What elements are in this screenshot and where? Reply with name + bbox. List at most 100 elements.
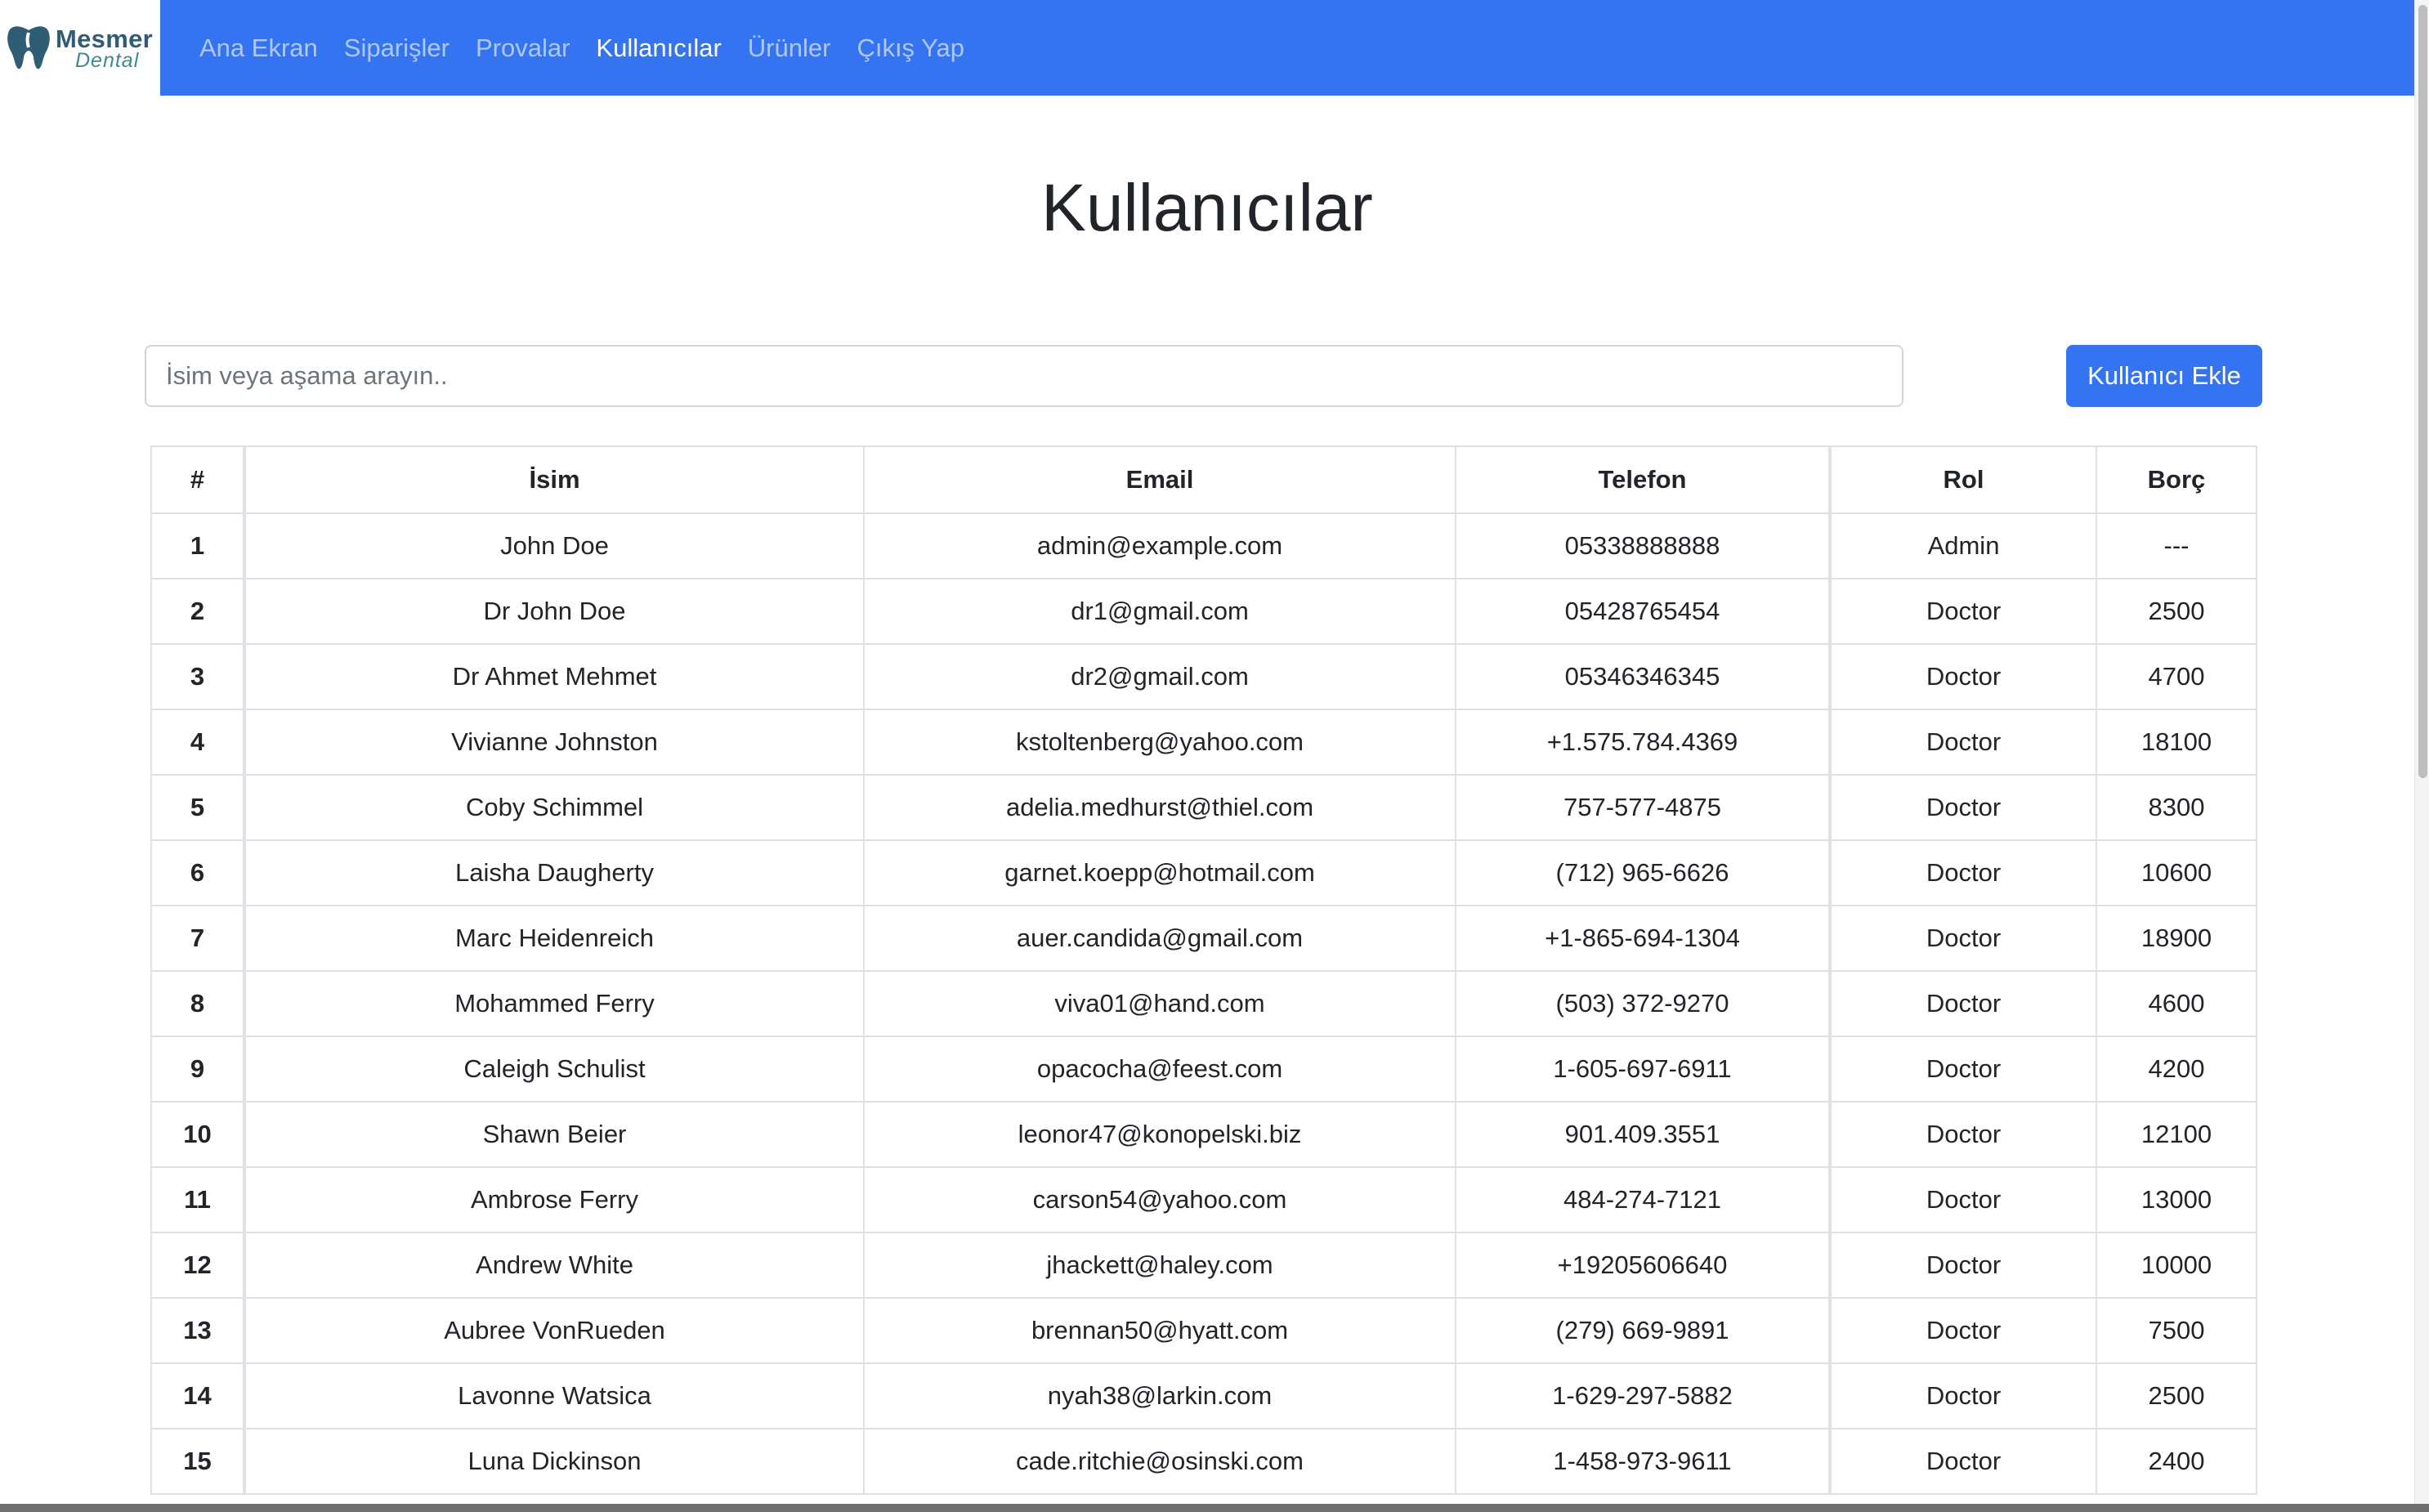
- table-row[interactable]: 2 Dr John Doe dr1@gmail.com 05428765454 Doct…: [150, 578, 2257, 645]
- cell-name: Dr John Doe: [244, 578, 865, 645]
- nav-link-cikis-yap[interactable]: Çıkış Yap: [857, 34, 964, 63]
- nav-link-ana-ekran[interactable]: Ana Ekran: [199, 34, 318, 63]
- table-row[interactable]: 12 Andrew White jhackett@haley.com +1920560…: [150, 1232, 2257, 1299]
- cell-debt: 8300: [2096, 774, 2257, 841]
- cell-index: 4: [150, 709, 246, 776]
- cell-email: admin@example.com: [863, 512, 1456, 579]
- cell-role: Doctor: [1829, 709, 2097, 776]
- cell-name: Ambrose Ferry: [244, 1166, 865, 1233]
- cell-debt: 10000: [2096, 1232, 2257, 1299]
- scrollbar-thumb[interactable]: [2418, 5, 2427, 778]
- cell-name: Lavonne Watsica: [244, 1362, 865, 1429]
- column-header-phone[interactable]: Telefon: [1455, 445, 1832, 514]
- cell-debt: 13000: [2096, 1166, 2257, 1233]
- nav-link-provalar[interactable]: Provalar: [476, 34, 570, 63]
- table-row[interactable]: 1 John Doe admin@example.com 05338888888 Adm…: [150, 512, 2257, 579]
- table-row[interactable]: 11 Ambrose Ferry carson54@yahoo.com 484-274…: [150, 1166, 2257, 1233]
- cell-debt: 12100: [2096, 1101, 2257, 1168]
- nav-link-urunler[interactable]: Ürünler: [748, 34, 831, 63]
- cell-role: Admin: [1829, 512, 2097, 579]
- cell-index: 8: [150, 970, 246, 1037]
- cell-email: brennan50@hyatt.com: [863, 1297, 1456, 1364]
- cell-name: Laisha Daugherty: [244, 839, 865, 906]
- cell-debt: 4600: [2096, 970, 2257, 1037]
- cell-debt: 2500: [2096, 578, 2257, 645]
- top-navbar: Mesmer Dental Ana Ekran Siparişler Prova…: [0, 0, 2414, 96]
- cell-name: Coby Schimmel: [244, 774, 865, 841]
- table-row[interactable]: 6 Laisha Daugherty garnet.koepp@hotmail.co…: [150, 839, 2257, 906]
- table-row[interactable]: 7 Marc Heidenreich auer.candida@gmail.com +…: [150, 905, 2257, 972]
- nav-link-kullanicilar[interactable]: Kullanıcılar: [596, 34, 721, 63]
- cell-phone: 484-274-7121: [1455, 1166, 1832, 1233]
- nav-link-siparisler[interactable]: Siparişler: [344, 34, 450, 63]
- cell-email: garnet.koepp@hotmail.com: [863, 839, 1456, 906]
- table-row[interactable]: 4 Vivianne Johnston kstoltenberg@yahoo.com…: [150, 709, 2257, 776]
- column-header-debt[interactable]: Borç: [2096, 445, 2257, 514]
- cell-role: Doctor: [1829, 1166, 2097, 1233]
- cell-index: 13: [150, 1297, 246, 1364]
- table-header-row: # İsim Email Telefon Rol Borç: [150, 445, 2257, 514]
- brand-logo[interactable]: Mesmer Dental: [0, 0, 160, 96]
- cell-name: Shawn Beier: [244, 1101, 865, 1168]
- cell-debt: 2500: [2096, 1362, 2257, 1429]
- cell-email: leonor47@konopelski.biz: [863, 1101, 1456, 1168]
- cell-email: viva01@hand.com: [863, 970, 1456, 1037]
- table-row[interactable]: 13 Aubree VonRueden brennan50@hyatt.com (27…: [150, 1297, 2257, 1364]
- cell-email: opacocha@feest.com: [863, 1036, 1456, 1103]
- column-header-role[interactable]: Rol: [1829, 445, 2097, 514]
- column-header-index[interactable]: #: [150, 445, 246, 514]
- users-table: # İsim Email Telefon Rol Borç 1 John Doe a…: [150, 445, 2257, 1495]
- cell-role: Doctor: [1829, 1297, 2097, 1364]
- cell-email: nyah38@larkin.com: [863, 1362, 1456, 1429]
- cell-debt: 18900: [2096, 905, 2257, 972]
- cell-phone: 05428765454: [1455, 578, 1832, 645]
- cell-debt: 10600: [2096, 839, 2257, 906]
- cell-email: dr1@gmail.com: [863, 578, 1456, 645]
- table-body: 1 John Doe admin@example.com 05338888888 Adm…: [150, 512, 2257, 1495]
- cell-index: 7: [150, 905, 246, 972]
- cell-email: dr2@gmail.com: [863, 643, 1456, 710]
- table-row[interactable]: 5 Coby Schimmel adelia.medhurst@thiel.com 7…: [150, 774, 2257, 841]
- cell-name: Marc Heidenreich: [244, 905, 865, 972]
- table-row[interactable]: 3 Dr Ahmet Mehmet dr2@gmail.com 05346346345…: [150, 643, 2257, 710]
- column-header-name[interactable]: İsim: [244, 445, 865, 514]
- cell-name: Caleigh Schulist: [244, 1036, 865, 1103]
- page: Mesmer Dental Ana Ekran Siparişler Prova…: [0, 0, 2429, 1512]
- cell-role: Doctor: [1829, 643, 2097, 710]
- cell-index: 3: [150, 643, 246, 710]
- cell-index: 11: [150, 1166, 246, 1233]
- table-row[interactable]: 15 Luna Dickinson cade.ritchie@osinski.com…: [150, 1428, 2257, 1495]
- cell-name: Vivianne Johnston: [244, 709, 865, 776]
- add-user-button[interactable]: Kullanıcı Ekle: [2066, 345, 2262, 407]
- cell-phone: +1-865-694-1304: [1455, 905, 1832, 972]
- column-header-email[interactable]: Email: [863, 445, 1456, 514]
- cell-name: Andrew White: [244, 1232, 865, 1299]
- search-input[interactable]: [145, 345, 1903, 407]
- cell-email: adelia.medhurst@thiel.com: [863, 774, 1456, 841]
- cell-role: Doctor: [1829, 1428, 2097, 1495]
- cell-phone: 05338888888: [1455, 512, 1832, 579]
- table-row[interactable]: 9 Caleigh Schulist opacocha@feest.com 1-605…: [150, 1036, 2257, 1103]
- cell-phone: (503) 372-9270: [1455, 970, 1832, 1037]
- cell-phone: +19205606640: [1455, 1232, 1832, 1299]
- table-row[interactable]: 8 Mohammed Ferry viva01@hand.com (503) 372-…: [150, 970, 2257, 1037]
- table-row[interactable]: 14 Lavonne Watsica nyah38@larkin.com 1-629-…: [150, 1362, 2257, 1429]
- nav-links: Ana Ekran Siparişler Provalar Kullanıcıl…: [199, 0, 991, 96]
- cell-role: Doctor: [1829, 578, 2097, 645]
- cell-index: 5: [150, 774, 246, 841]
- cell-role: Doctor: [1829, 905, 2097, 972]
- cell-index: 14: [150, 1362, 246, 1429]
- cell-phone: 1-458-973-9611: [1455, 1428, 1832, 1495]
- vertical-scrollbar[interactable]: [2414, 0, 2429, 1512]
- cell-name: John Doe: [244, 512, 865, 579]
- cell-debt: 7500: [2096, 1297, 2257, 1364]
- cell-index: 10: [150, 1101, 246, 1168]
- cell-phone: 1-629-297-5882: [1455, 1362, 1832, 1429]
- cell-index: 12: [150, 1232, 246, 1299]
- cell-phone: 901.409.3551: [1455, 1101, 1832, 1168]
- cell-phone: 05346346345: [1455, 643, 1832, 710]
- cell-debt: ---: [2096, 512, 2257, 579]
- cell-phone: (712) 965-6626: [1455, 839, 1832, 906]
- cell-role: Doctor: [1829, 1036, 2097, 1103]
- table-row[interactable]: 10 Shawn Beier leonor47@konopelski.biz 901.…: [150, 1101, 2257, 1168]
